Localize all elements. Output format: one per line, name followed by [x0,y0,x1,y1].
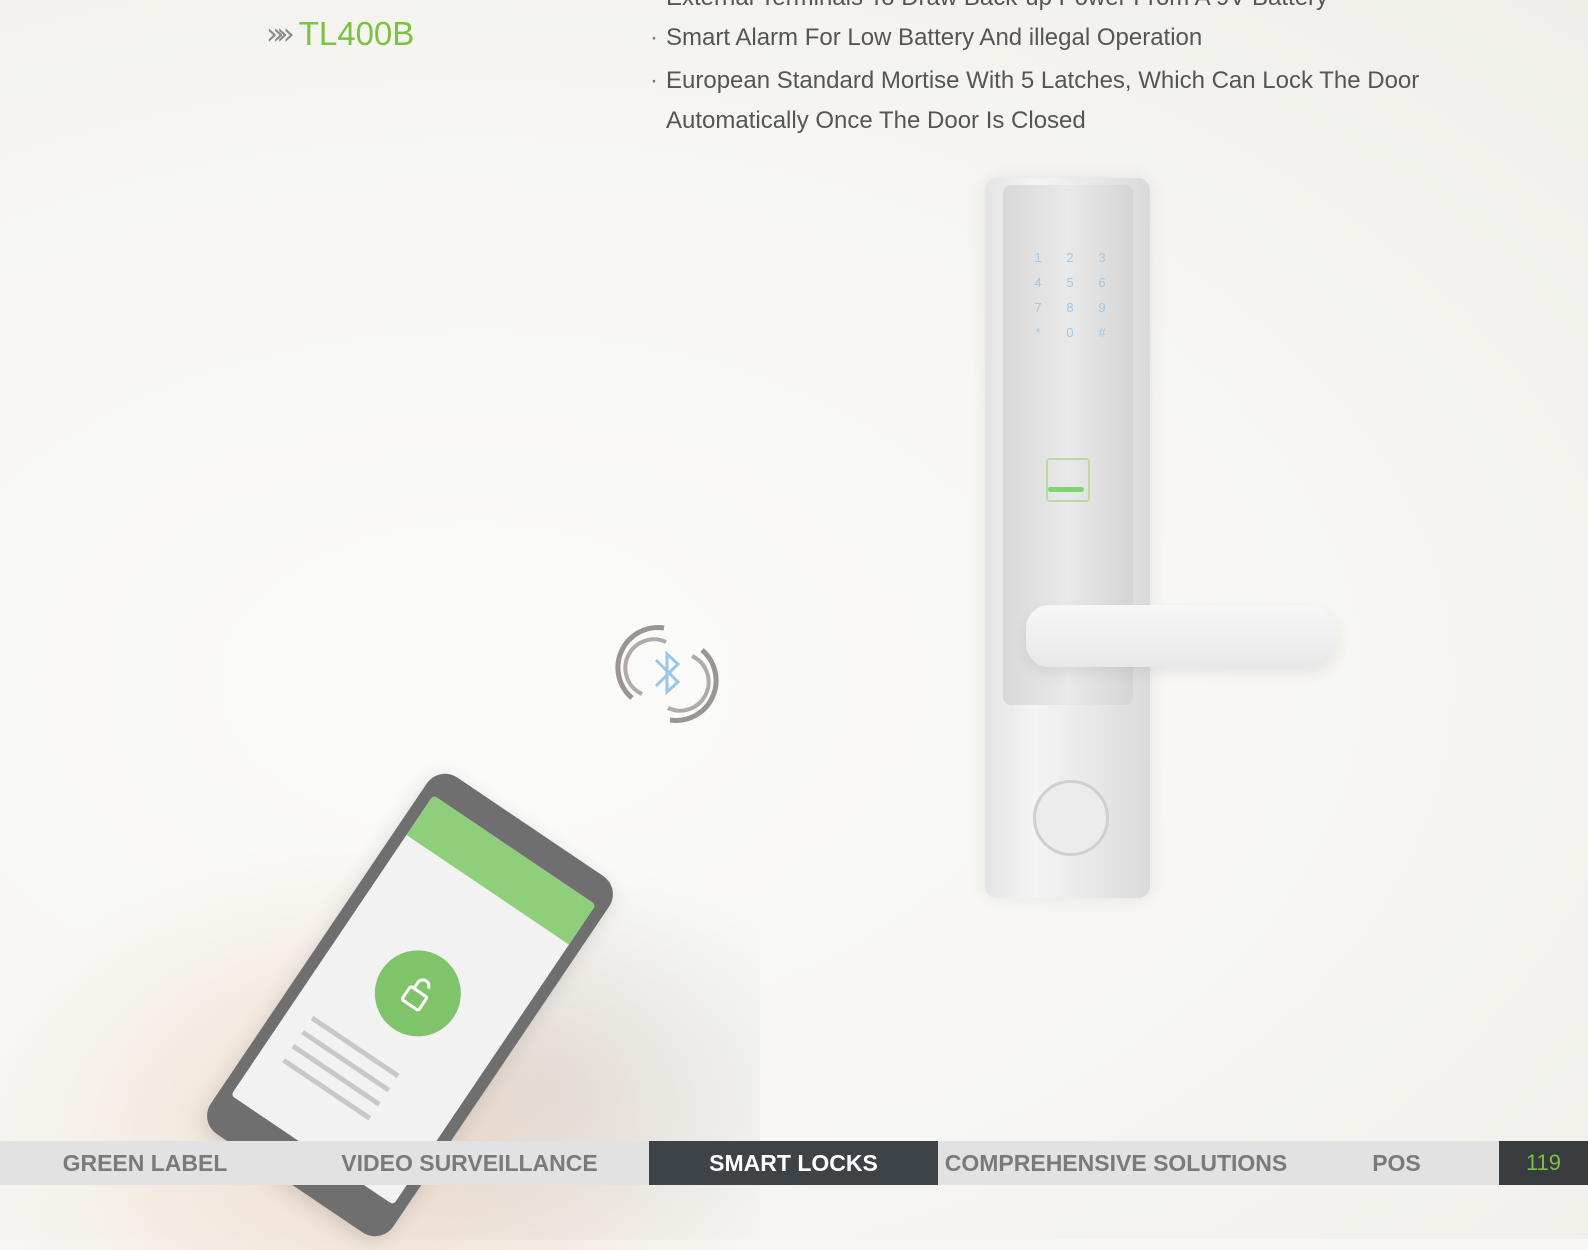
keyhole-icon [1033,780,1109,856]
product-model-title: TL400B [298,15,415,52]
keypad-key: 0 [1066,325,1074,340]
keypad-key: 6 [1098,275,1106,290]
keypad-key: 3 [1098,250,1106,265]
feature-item: · European Standard Mortise With 5 Latch… [650,61,1450,141]
nav-item-comprehensive-solutions[interactable]: COMPREHENSIVE SOLUTIONS [938,1141,1294,1185]
nav-item-smart-locks[interactable]: SMART LOCKS [649,1141,938,1185]
page-number: 119 [1499,1141,1588,1185]
feature-text: External Terminals To Draw Back-up Power… [666,0,1328,11]
bullet-icon: · [650,67,658,94]
feature-item-partial: External Terminals To Draw Back-up Power… [650,0,1450,18]
nav-item-video-surveillance[interactable]: VIDEO SURVEILLANCE [290,1141,649,1185]
bullet-icon: · [650,24,658,51]
app-list-lines [275,1015,436,1155]
section-nav-bar: GREEN LABEL VIDEO SURVEILLANCE SMART LOC… [0,1141,1588,1185]
keypad-key: # [1098,325,1106,340]
bluetooth-icon [612,620,722,735]
keypad-key: 8 [1066,300,1074,315]
keypad-key: 2 [1066,250,1074,265]
keypad-key: 9 [1098,300,1106,315]
keypad-key: 1 [1034,250,1042,265]
keypad-key: 7 [1034,300,1042,315]
status-led [1048,487,1084,492]
feature-text: European Standard Mortise With 5 Latches… [666,67,1420,134]
door-handle [1026,605,1338,667]
keypad-key: 5 [1066,275,1074,290]
double-chevron-icon: »» [266,16,295,52]
fingerprint-sensor-icon [1046,458,1090,502]
product-heading: »» TL400B [266,12,414,56]
nav-item-green-label[interactable]: GREEN LABEL [0,1141,290,1185]
lock-keypad: 1 2 3 4 5 6 7 8 9 * 0 # [1022,250,1118,340]
feature-item: · Smart Alarm For Low Battery And illega… [650,18,1450,58]
unlock-icon [358,933,478,1054]
nav-item-pos[interactable]: POS [1294,1141,1499,1185]
keypad-key: 4 [1034,275,1042,290]
feature-list: External Terminals To Draw Back-up Power… [650,0,1450,141]
keypad-key: * [1035,325,1041,340]
feature-text: Smart Alarm For Low Battery And illegal … [666,24,1203,51]
